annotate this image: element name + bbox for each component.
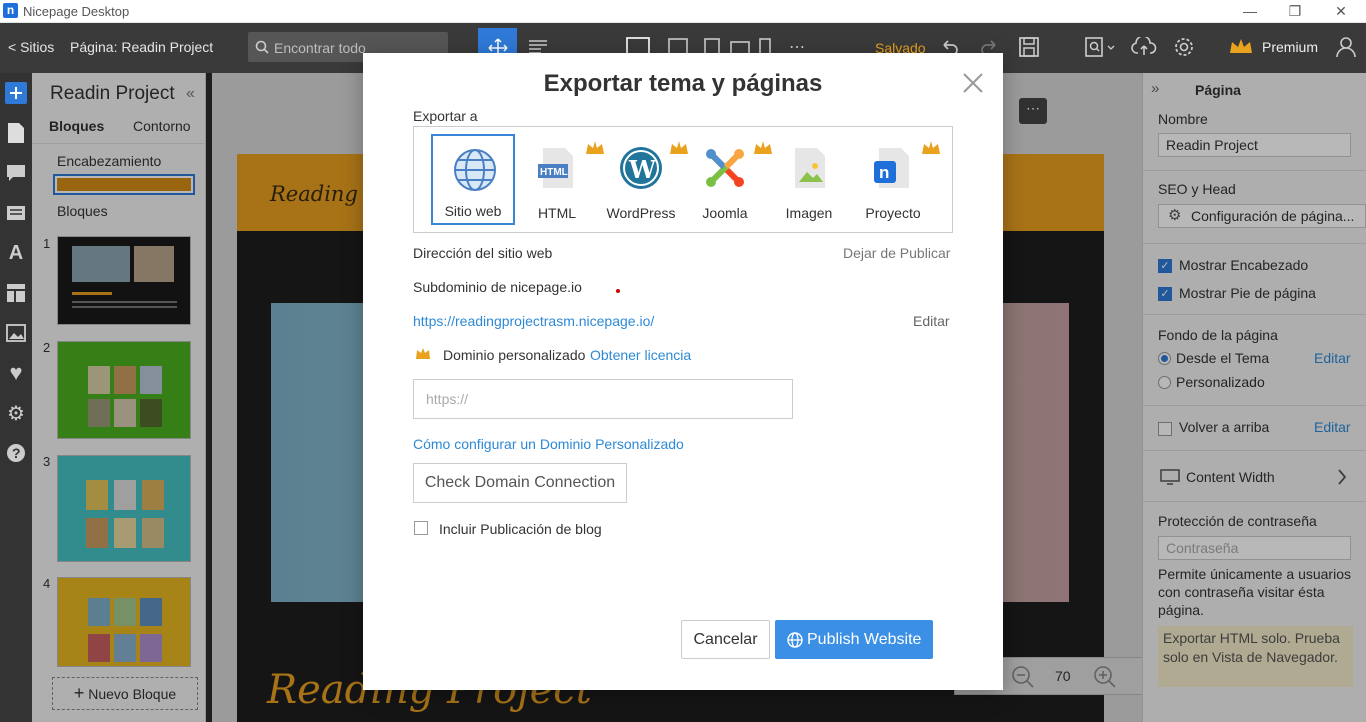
preview-icon[interactable]	[1083, 35, 1117, 59]
window-title: Nicepage Desktop	[23, 4, 130, 19]
custom-domain-input[interactable]: https://	[413, 379, 793, 419]
custom-domain-label: Dominio personalizado	[443, 347, 586, 363]
layout-blocks-icon[interactable]	[4, 281, 28, 305]
subdomain-label: Subdominio de nicepage.io	[413, 279, 582, 295]
include-blog-label: Incluir Publicación de blog	[439, 521, 602, 537]
images-icon[interactable]	[4, 321, 28, 345]
comments-icon[interactable]	[4, 161, 28, 185]
include-blog-checkbox[interactable]	[414, 521, 428, 535]
edit-subdomain-link[interactable]: Editar	[913, 313, 950, 329]
option-imagen[interactable]: Imagen	[767, 134, 851, 225]
site-address-label: Dirección del sitio web	[413, 245, 553, 261]
nicepage-file-icon: n	[874, 148, 909, 188]
dialog-title: Exportar tema y páginas	[543, 70, 823, 97]
blog-icon[interactable]	[4, 201, 28, 225]
publish-label: Publish Website	[807, 631, 922, 648]
wordpress-icon: W	[620, 147, 662, 189]
svg-text:?: ?	[12, 445, 21, 461]
option-label: WordPress	[606, 205, 676, 221]
current-page-label[interactable]: Página: Readin Project	[70, 39, 213, 55]
add-element-icon[interactable]	[5, 82, 27, 104]
user-account-icon[interactable]	[1334, 35, 1358, 59]
globe-icon	[454, 149, 496, 191]
svg-text:W: W	[628, 155, 657, 184]
html-file-icon: HTML	[538, 148, 573, 188]
option-label: Sitio web	[444, 203, 502, 219]
image-file-icon	[795, 148, 825, 188]
premium-crown-icon	[416, 348, 430, 359]
option-label: Imagen	[785, 205, 833, 221]
unpublish-link[interactable]: Dejar de Publicar	[843, 245, 950, 261]
cancel-button[interactable]: Cancelar	[681, 620, 770, 659]
option-wordpress[interactable]: W WordPress	[599, 134, 688, 225]
globe-icon	[787, 632, 803, 648]
back-to-sites-link[interactable]: < Sitios	[8, 39, 54, 55]
export-dialog: Exportar tema y páginas Exportar a Sitio…	[363, 53, 1003, 690]
favorites-heart-icon[interactable]: ♥	[4, 360, 28, 385]
check-domain-button[interactable]: Check Domain Connection	[413, 463, 627, 503]
pages-icon[interactable]	[4, 121, 28, 145]
restore-button[interactable]: ❐	[1272, 0, 1318, 23]
left-icon-rail: A ♥ ⚙ ?	[0, 73, 32, 722]
close-icon[interactable]	[961, 71, 985, 95]
get-license-link[interactable]: Obtener licencia	[590, 347, 691, 363]
site-url-link[interactable]: https://readingprojectrasm.nicepage.io/	[413, 313, 654, 329]
minimize-button[interactable]: —	[1227, 0, 1273, 23]
option-joomla[interactable]: Joomla	[683, 134, 772, 225]
status-dot	[616, 289, 620, 293]
site-settings-gear-icon[interactable]: ⚙	[4, 401, 28, 425]
svg-text:HTML: HTML	[540, 167, 568, 178]
premium-crown-icon	[1227, 35, 1255, 59]
typography-icon[interactable]: A	[4, 241, 28, 265]
save-icon[interactable]	[1017, 35, 1041, 59]
close-window-button[interactable]: ✕	[1318, 0, 1364, 23]
option-label: HTML	[537, 205, 577, 221]
export-to-label: Exportar a	[413, 108, 478, 124]
window-titlebar: n Nicepage Desktop — ❐ ✕	[0, 0, 1366, 23]
publish-upload-icon[interactable]	[1131, 35, 1157, 59]
how-to-configure-link[interactable]: Cómo configurar un Dominio Personalizado	[413, 436, 684, 452]
svg-text:n: n	[879, 163, 889, 182]
nicepage-logo-icon: n	[3, 3, 18, 18]
option-proyecto[interactable]: n Proyecto	[851, 134, 940, 225]
premium-crown-icon	[922, 141, 940, 154]
joomla-icon	[706, 149, 744, 187]
premium-label[interactable]: Premium	[1262, 39, 1318, 55]
option-html[interactable]: HTML HTML	[515, 134, 604, 225]
option-sitio-web[interactable]: Sitio web	[431, 134, 515, 225]
export-options: Sitio web HTML HTML W WordPress Joomla I…	[413, 126, 953, 233]
publish-website-button[interactable]: Publish Website	[775, 620, 933, 659]
search-placeholder: Encontrar todo	[274, 40, 366, 56]
option-label: Joomla	[702, 205, 748, 221]
help-icon[interactable]: ?	[4, 441, 28, 465]
search-icon	[255, 40, 269, 54]
option-label: Proyecto	[865, 205, 921, 221]
settings-gear-icon[interactable]	[1172, 35, 1196, 59]
